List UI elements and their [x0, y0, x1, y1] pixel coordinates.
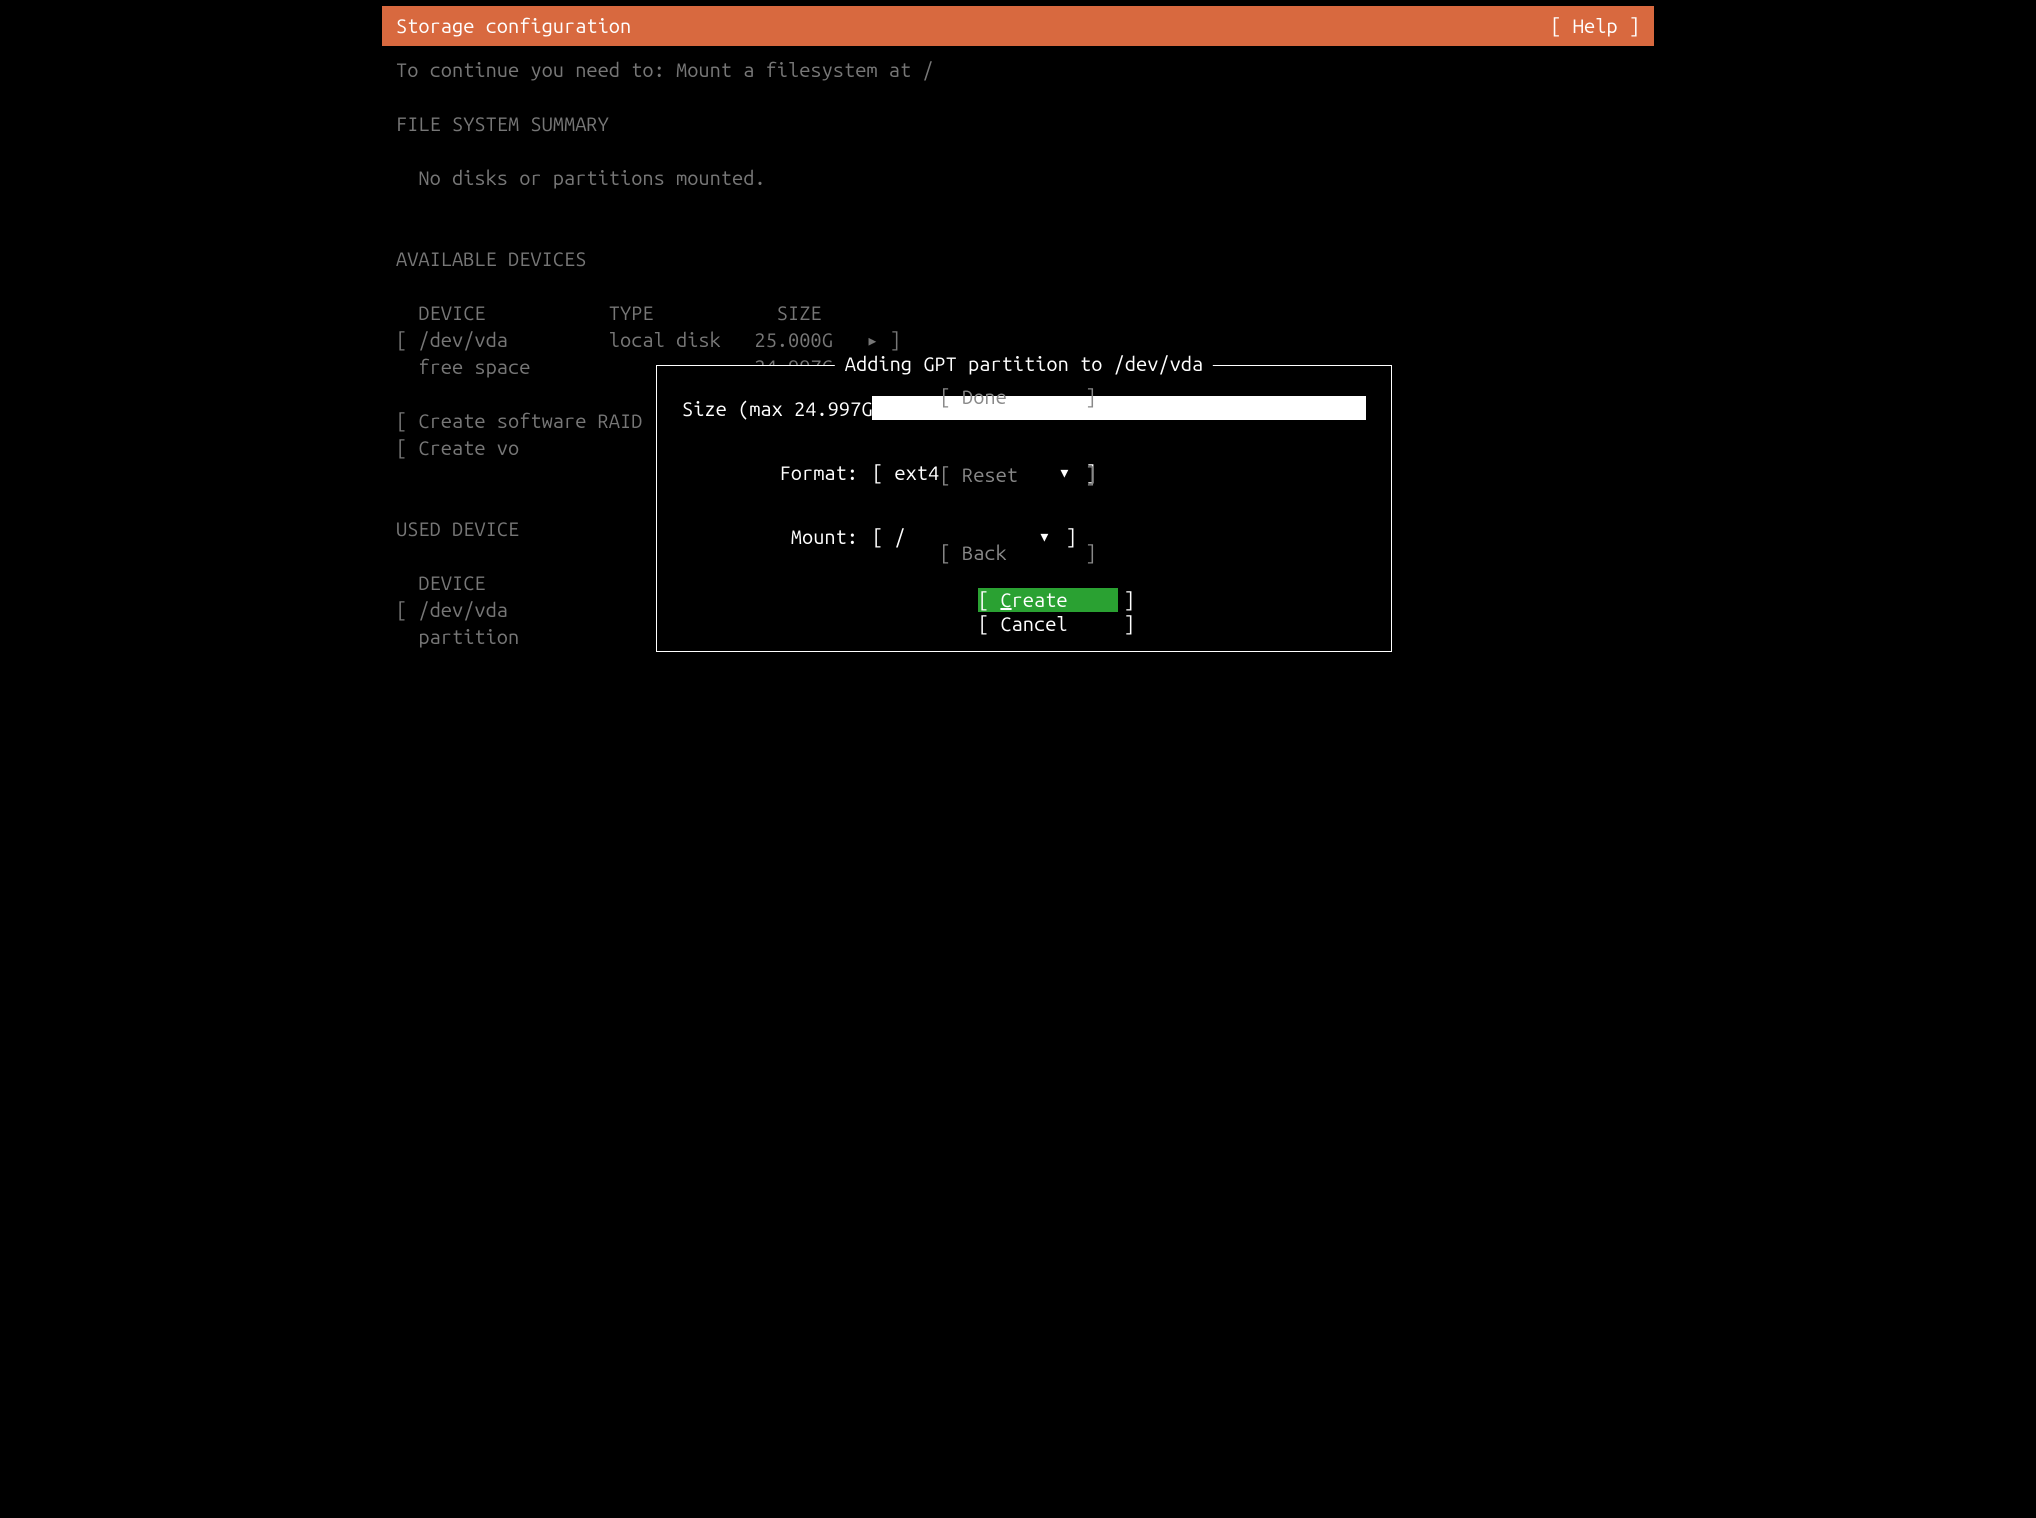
- footer-buttons: [ Done ] [ Reset ] [ Back ]: [940, 332, 1097, 618]
- done-button[interactable]: [ Done ]: [940, 384, 1097, 410]
- reset-button[interactable]: [ Reset ]: [940, 462, 1097, 488]
- mount-label: Mount:: [682, 525, 872, 548]
- size-label: Size (max 24.997G):: [682, 397, 872, 420]
- page-title: Storage configuration: [396, 6, 631, 46]
- device-table-header: DEVICE TYPE SIZE: [396, 299, 1640, 326]
- fs-summary-title: FILE SYSTEM SUMMARY: [396, 110, 1640, 137]
- fs-summary-line: No disks or partitions mounted.: [396, 164, 1640, 191]
- back-button[interactable]: [ Back ]: [940, 540, 1097, 566]
- title-bar: Storage configuration [ Help ]: [382, 6, 1654, 46]
- instruction-line: To continue you need to: Mount a filesys…: [396, 56, 1640, 83]
- format-label: Format:: [682, 461, 872, 484]
- available-devices-title: AVAILABLE DEVICES: [396, 245, 1640, 272]
- help-button[interactable]: [ Help ]: [1550, 6, 1640, 46]
